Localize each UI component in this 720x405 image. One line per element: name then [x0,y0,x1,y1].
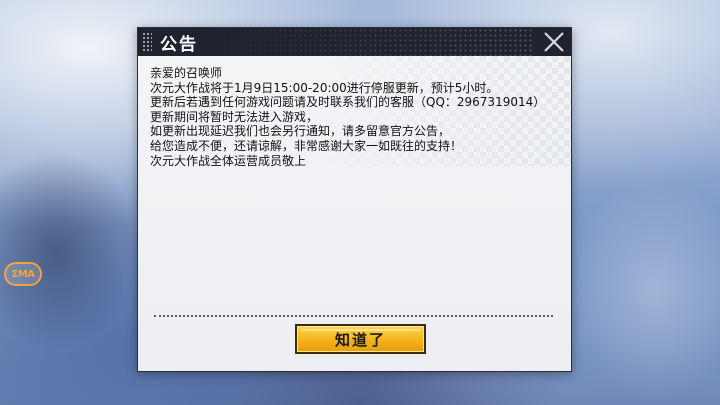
game-logo: ΣMA [4,262,42,286]
announcement-body: 亲爱的召唤师 次元大作战将于1月9日15:00-20:00进行停服更新，预计5小… [138,56,571,168]
announcement-line: 给您造成不便，还请谅解，非常感谢大家一如既往的支持！ [150,138,463,153]
dotted-divider [154,315,553,317]
dialog-title: 公告 [160,34,198,55]
background-shadow-left [0,150,140,350]
announcement-line: 如更新出现延迟我们也会另行通知，请多留意官方公告， [150,124,451,139]
background-highlight-right [560,180,720,400]
announcement-line: 更新期间将暂时无法进入游戏， [150,109,319,124]
announcement-line: 更新后若遇到任何游戏问题请及时联系我们的客服（QQ：2967319014） [150,95,546,110]
close-button[interactable] [539,29,569,55]
confirm-button[interactable]: 知道了 [295,324,426,354]
announcement-line: 次元大作战全体运营成员敬上 [150,153,307,168]
announcement-line: 次元大作战将于1月9日15:00-20:00进行停服更新，预计5小时。 [150,80,499,95]
grip-icon [142,32,152,52]
announcement-line: 亲爱的召唤师 [150,66,223,80]
dialog-title-bar: 公告 [138,28,571,56]
title-bar-pattern [198,28,533,56]
close-icon [544,32,564,52]
announcement-dialog: 公告 亲爱的召唤师 次元大作战将于1月9日15:00-20:00进行停服更新，预… [137,27,572,372]
